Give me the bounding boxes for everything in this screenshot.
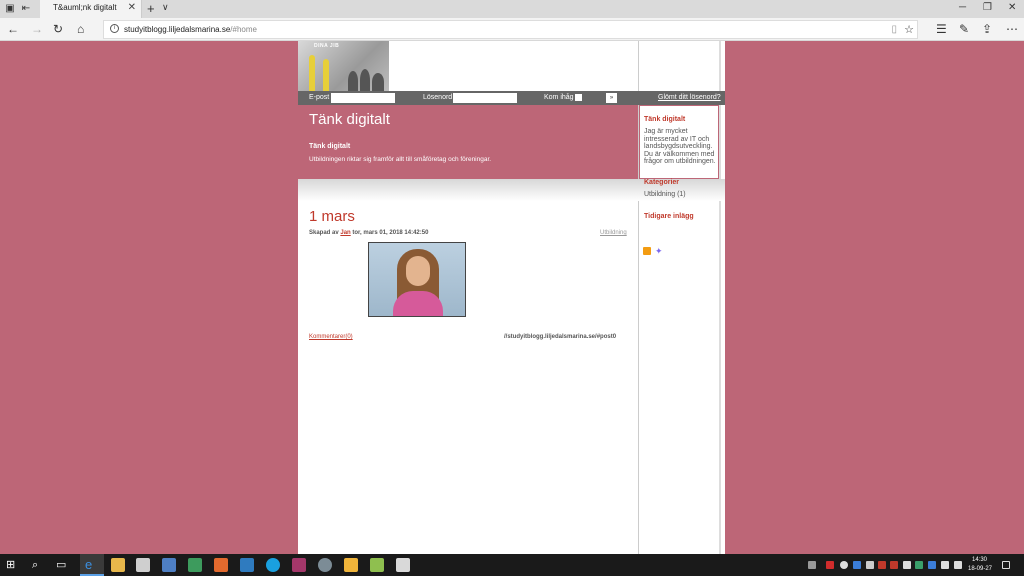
runway-model-figure — [323, 59, 329, 91]
volume-icon[interactable] — [954, 561, 962, 569]
email-label: E-post — [309, 94, 330, 101]
bluetooth-icon[interactable] — [928, 561, 936, 569]
header-brand: DINA JIB — [314, 43, 340, 49]
archive-title: Tidigare inlägg — [644, 213, 694, 220]
close-window-icon[interactable]: ✕ — [1008, 2, 1016, 13]
tab-title: T&auml;nk digitalt — [53, 3, 117, 12]
skype-icon[interactable] — [266, 558, 280, 572]
set-aside-tabs-icon[interactable]: ⇤ — [20, 3, 32, 15]
more-icon[interactable]: ⋯ — [1006, 22, 1018, 36]
post-title[interactable]: 1 mars — [309, 208, 355, 225]
edge-icon: e — [85, 557, 93, 572]
refresh-icon[interactable]: ↻ — [53, 22, 63, 36]
sidebar-divider — [719, 41, 721, 554]
clock-time[interactable]: 14:30 — [972, 557, 987, 563]
password-label: Lösenord — [423, 94, 453, 101]
audience-figure — [360, 69, 370, 91]
audience-figure — [348, 71, 358, 91]
audience-figure — [372, 73, 384, 91]
address-bar[interactable]: i studyitblogg.liljedalsmarina.se/#home … — [103, 20, 918, 39]
about-text: Jag är mycket intresserad av IT och land… — [644, 128, 716, 165]
post-photo — [368, 242, 466, 317]
onenote-icon[interactable] — [292, 558, 306, 572]
rss-icon[interactable] — [643, 247, 651, 255]
battery-icon[interactable] — [941, 561, 949, 569]
address-text: studyitblogg.liljedalsmarina.se/#home — [124, 25, 257, 34]
banner: Tänk digitalt Tänk digitalt Utbildningen… — [298, 105, 638, 179]
categories-title: Kategorier — [644, 179, 680, 186]
network-icon[interactable] — [903, 561, 911, 569]
word-icon[interactable] — [162, 558, 176, 572]
info-icon[interactable]: i — [110, 24, 119, 33]
home-icon[interactable]: ⌂ — [77, 22, 84, 36]
cloud-icon[interactable] — [840, 561, 848, 569]
category-link[interactable]: Utbildning (1) — [644, 191, 686, 198]
post-meta: Skapad av Jan tor, mars 01, 2018 14:42:5… — [309, 230, 429, 236]
tab-actions-icon[interactable]: ▣ — [4, 3, 16, 15]
share-icon[interactable]: ⇪ — [982, 22, 992, 36]
publisher-icon[interactable] — [370, 558, 384, 572]
windows-start-icon[interactable]: ⊞ — [6, 558, 20, 572]
taskbar: ⊞ ⌕ ▭ e 14:30 18-09-27 — [0, 554, 1024, 576]
forward-icon[interactable]: → — [31, 22, 43, 36]
comments-link[interactable]: Kommentarer(0) — [309, 334, 353, 340]
post-author-link[interactable]: Jan — [340, 230, 350, 236]
banner-description: Utbildningen riktar sig framför allt til… — [309, 156, 492, 163]
forgot-password-link[interactable]: Glömt ditt lösenord? — [658, 94, 721, 101]
login-button[interactable]: » — [606, 93, 617, 103]
browser-tab[interactable]: T&auml;nk digitalt ✕ — [40, 0, 142, 18]
file-explorer-icon[interactable] — [111, 558, 125, 572]
about-title: Tänk digitalt — [644, 116, 686, 123]
header-image: DINA JIB — [298, 41, 389, 91]
page-title: Tänk digitalt — [309, 111, 390, 128]
photo-face — [406, 256, 430, 286]
dropbox-icon[interactable] — [853, 561, 861, 569]
post-permalink: //studyitblogg.liljedalsmarina.se/#post0 — [504, 334, 617, 340]
browser-nav-bar: ← → ↻ ⌂ i studyitblogg.liljedalsmarina.s… — [0, 18, 1024, 41]
banner-subtitle: Tänk digitalt — [309, 143, 351, 150]
antivirus-icon[interactable] — [826, 561, 834, 569]
tray-app-icon[interactable] — [878, 561, 886, 569]
login-bar: E-post Lösenord Kom ihåg » Glömt ditt lö… — [298, 91, 725, 105]
task-view-icon[interactable]: ▭ — [56, 558, 70, 572]
excel-icon[interactable] — [188, 558, 202, 572]
star-icon[interactable]: ☆ — [904, 23, 914, 36]
feed-reader-icon[interactable]: ✦ — [655, 246, 663, 257]
post-category-link[interactable]: Utbildning — [600, 230, 627, 236]
close-tab-icon[interactable]: ✕ — [128, 2, 136, 13]
mail-icon[interactable] — [136, 558, 150, 572]
reading-view-icon[interactable]: ▯ — [891, 24, 897, 35]
notifications-icon[interactable] — [1002, 561, 1010, 569]
remember-me-label: Kom ihåg — [544, 94, 574, 101]
people-icon[interactable] — [808, 561, 816, 569]
clock-date[interactable]: 18-09-27 — [968, 566, 992, 572]
maximize-icon[interactable]: ❐ — [983, 2, 992, 13]
usb-icon[interactable] — [866, 561, 874, 569]
search-icon[interactable]: ⌕ — [32, 558, 46, 572]
back-icon[interactable]: ← — [7, 22, 19, 36]
favorites-hub-icon[interactable]: ☰ — [936, 22, 947, 36]
tray-app-icon[interactable] — [890, 561, 898, 569]
remember-me-checkbox[interactable] — [575, 94, 582, 101]
chevron-down-icon[interactable]: ∨ — [162, 2, 169, 13]
password-field[interactable] — [453, 93, 517, 103]
browser-tab-bar: ▣ ⇤ T&auml;nk digitalt ✕ + ∨ ─ ❐ ✕ — [0, 0, 1024, 18]
powerpoint-icon[interactable] — [214, 558, 228, 572]
pen-icon[interactable]: ✎ — [959, 22, 969, 36]
chrome-icon[interactable] — [318, 558, 332, 572]
tray-app-icon[interactable] — [915, 561, 923, 569]
new-tab-icon[interactable]: + — [147, 1, 155, 16]
outlook-icon[interactable] — [240, 558, 254, 572]
notepad-icon[interactable] — [396, 558, 410, 572]
email-field[interactable] — [331, 93, 395, 103]
media-player-icon[interactable] — [344, 558, 358, 572]
photo-body — [393, 291, 443, 316]
runway-model-figure — [309, 55, 315, 91]
minimize-icon[interactable]: ─ — [959, 2, 966, 13]
